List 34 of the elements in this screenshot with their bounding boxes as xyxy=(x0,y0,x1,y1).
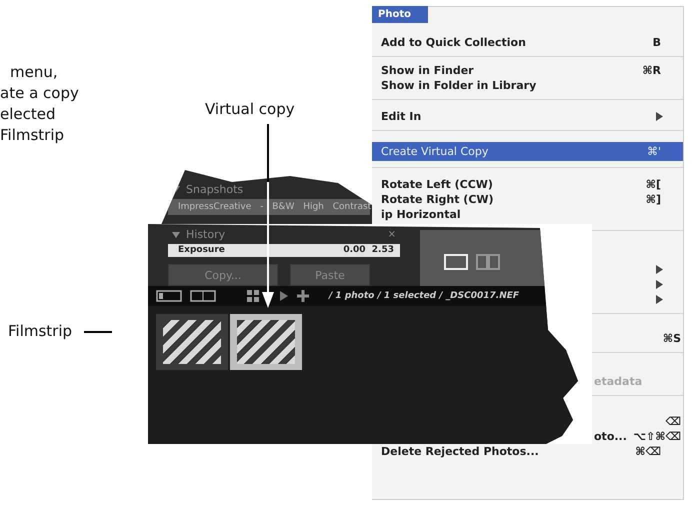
panel-layout-icon[interactable] xyxy=(156,290,182,302)
grid-icon[interactable] xyxy=(246,289,260,303)
menu-item[interactable]: Add to Quick Collection B xyxy=(372,35,683,50)
menu-item[interactable]: ip Horizontal xyxy=(372,207,683,222)
submenu-arrow-icon xyxy=(656,112,663,121)
menu-item[interactable]: Rotate Right (CW) ⌘] xyxy=(372,192,683,207)
filmstrip-cell[interactable] xyxy=(156,314,228,370)
panel-layout-icon[interactable] xyxy=(190,290,216,302)
single-view-icon[interactable] xyxy=(444,254,468,270)
callout-label: Virtual copy xyxy=(205,100,295,118)
menu-item[interactable]: oto... ⌥⇧⌘⌫ xyxy=(592,429,683,444)
caption-text: menu, ate a copy elected Filmstrip xyxy=(0,62,79,146)
menu-item[interactable]: Show in Folder in Library xyxy=(372,78,683,93)
filmstrip-cell[interactable] xyxy=(230,314,302,370)
compare-view-icon[interactable] xyxy=(476,254,500,270)
section-title: Snapshots xyxy=(186,182,244,196)
filmstrip-path-text: / 1 photo / 1 selected / _DSC0017.NEF xyxy=(329,291,520,301)
section-title: History xyxy=(186,228,226,241)
leader-line xyxy=(84,331,112,333)
callout-label: Filmstrip xyxy=(8,322,72,340)
arrow-icon[interactable] xyxy=(279,290,289,302)
menu-item[interactable]: Create Virtual Copy ⌘' xyxy=(372,142,683,161)
history-row[interactable]: Exposure 0.00 2.53 xyxy=(168,244,400,257)
menu-item[interactable]: ⌘S xyxy=(592,331,683,346)
menu-title[interactable]: Photo xyxy=(372,6,428,23)
plus-icon[interactable] xyxy=(297,290,309,302)
photo-placeholder xyxy=(237,320,295,364)
photo-placeholder xyxy=(163,320,221,364)
menu-item[interactable]: ⌫ xyxy=(592,414,683,429)
menu-item[interactable]: Delete Rejected Photos... ⌘⌫ xyxy=(372,444,683,459)
menu-item[interactable]: Rotate Left (CCW) ⌘[ xyxy=(372,177,683,192)
close-button[interactable]: × xyxy=(388,229,400,240)
menu-item[interactable]: Show in Finder ⌘R xyxy=(372,63,683,78)
menu-item[interactable]: Edit In xyxy=(372,109,683,124)
